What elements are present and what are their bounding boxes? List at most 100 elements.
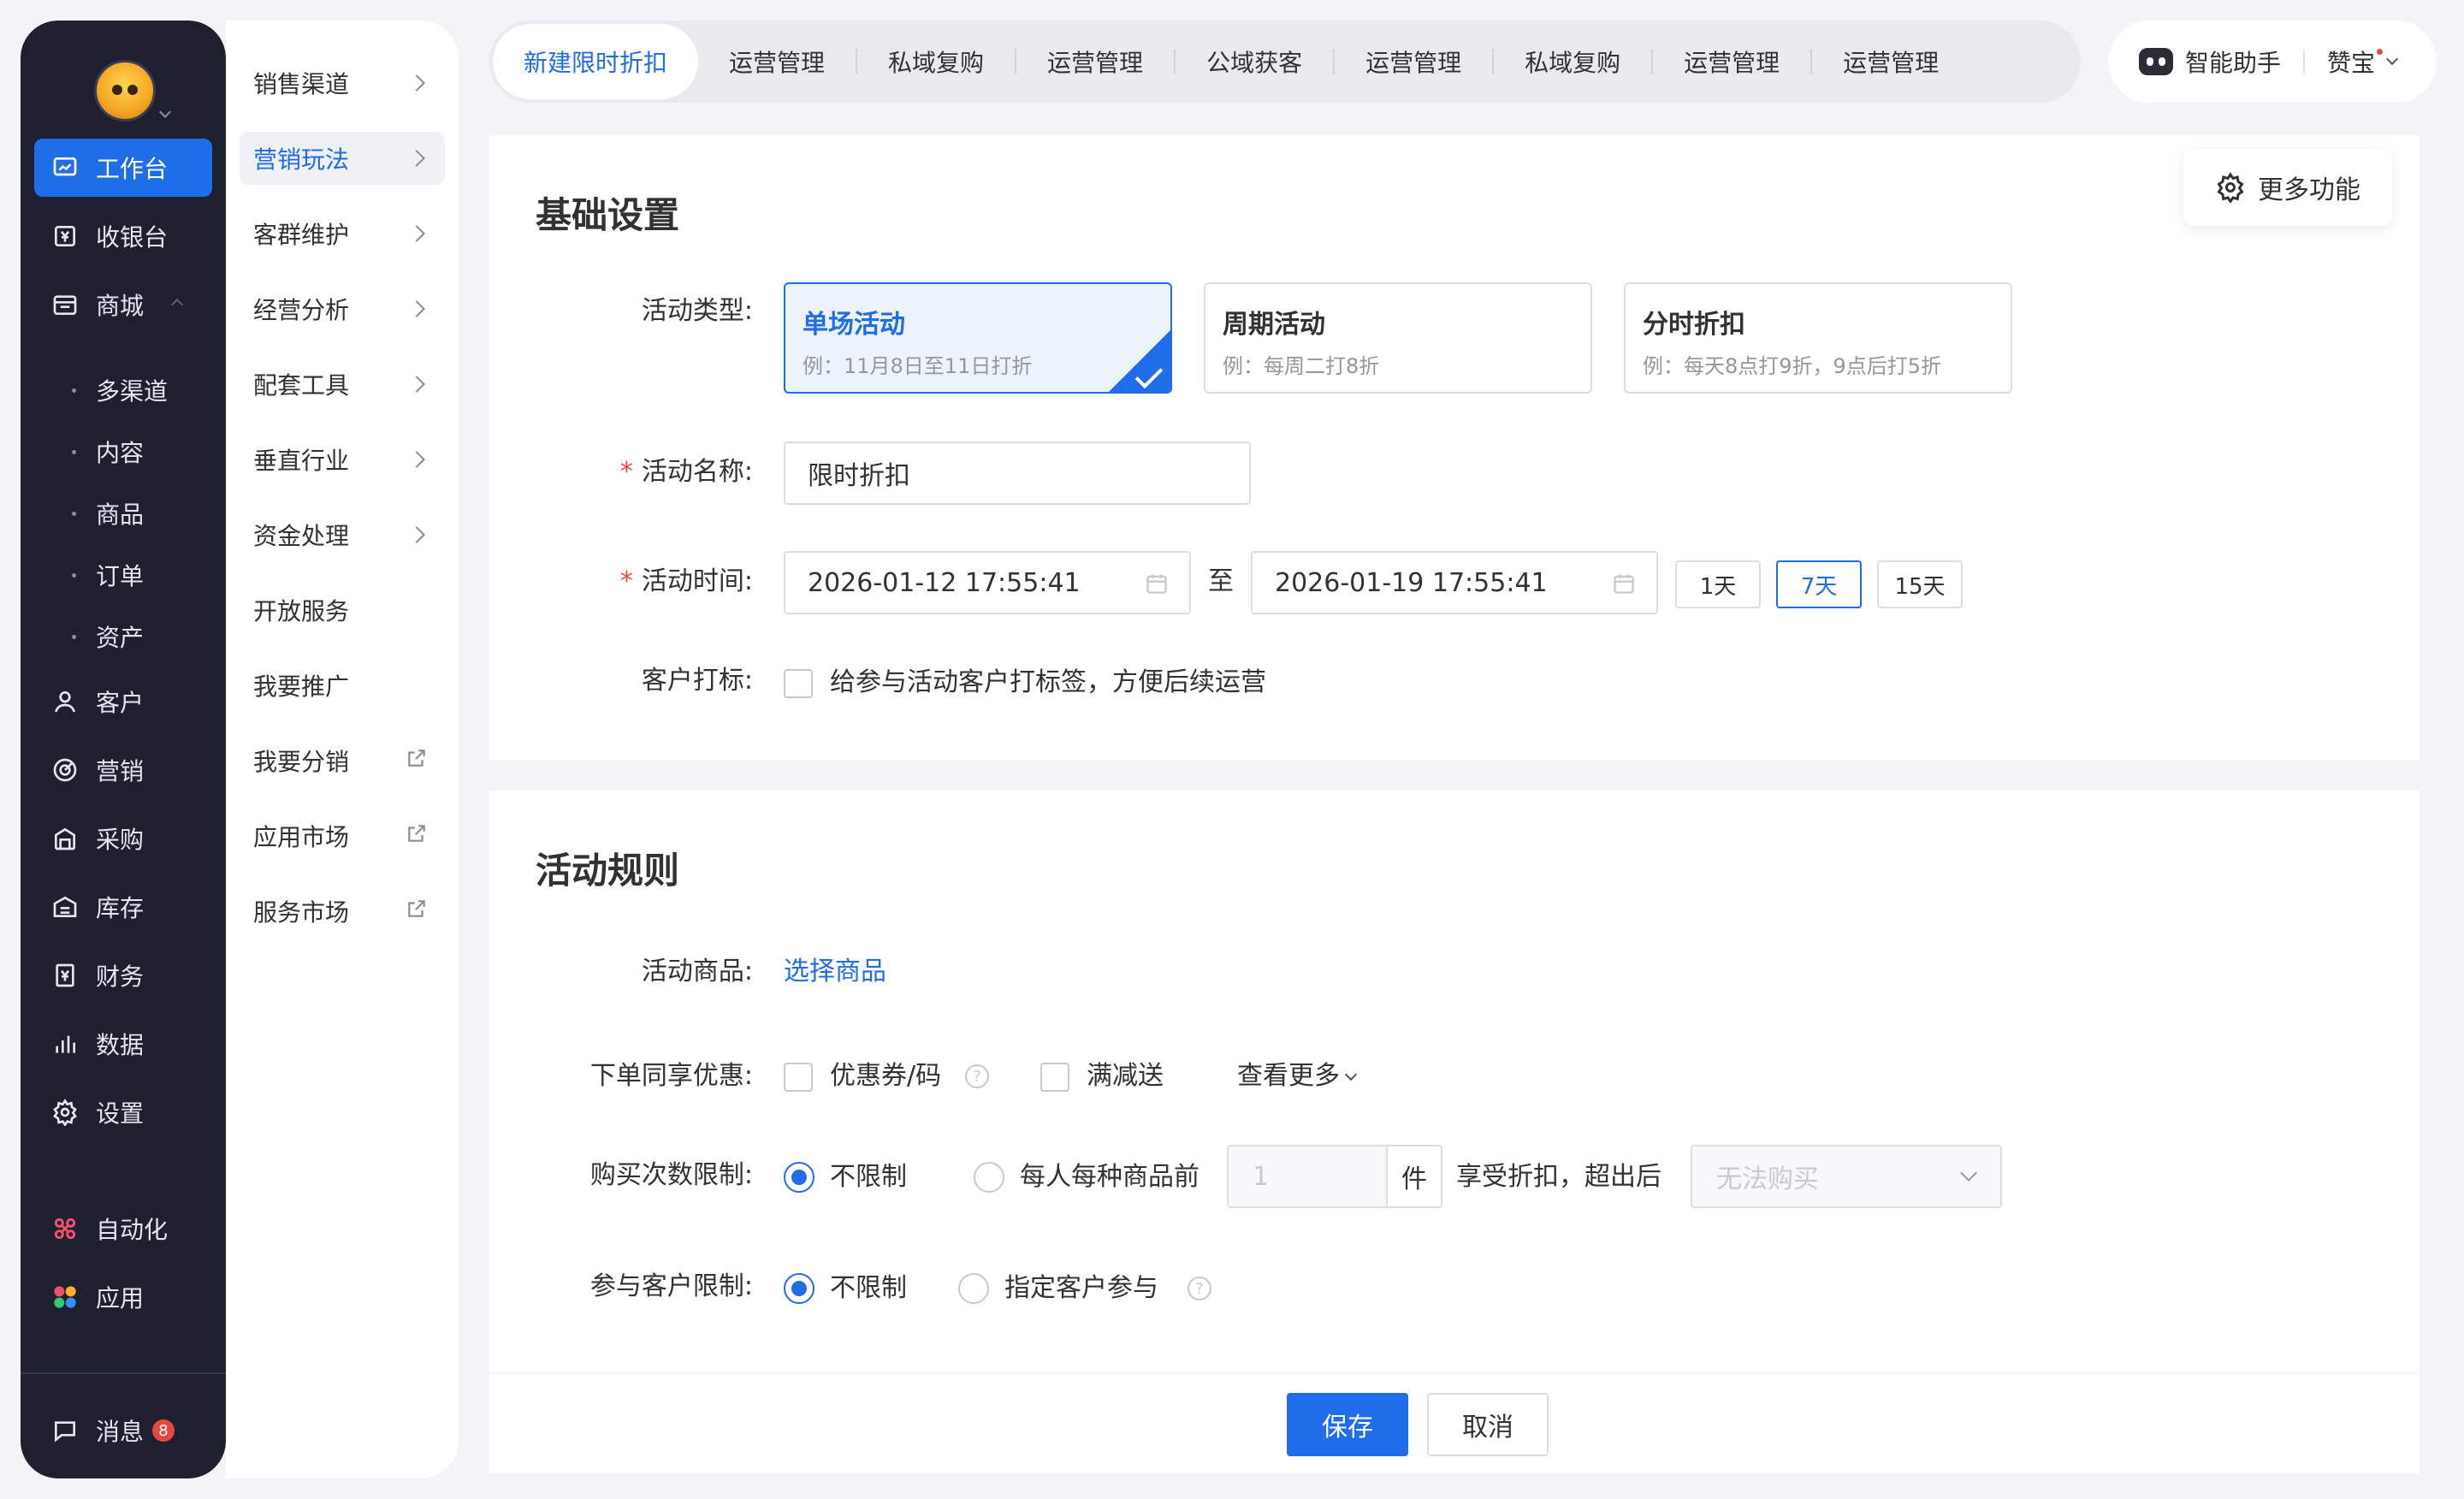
snav-item-customer-group[interactable]: 客群维护 bbox=[240, 207, 445, 260]
robot-icon bbox=[2139, 48, 2173, 75]
full-reduce-label: 满减送 bbox=[1087, 1061, 1164, 1091]
quick-7-day-button[interactable]: 7天 bbox=[1776, 560, 1862, 608]
tab-operations[interactable]: 运营管理 bbox=[698, 24, 856, 99]
type-card-timeslot[interactable]: 分时折扣 例：每天8点打9折，9点后打5折 bbox=[1624, 282, 2012, 394]
tab-operations[interactable]: 运营管理 bbox=[1653, 24, 1810, 99]
nav-item-automation[interactable]: 自动化 bbox=[34, 1200, 212, 1258]
tab-operations[interactable]: 运营管理 bbox=[1335, 24, 1492, 99]
snav-item-service-market[interactable]: 服务市场 bbox=[240, 885, 445, 938]
chevron-up-icon bbox=[170, 298, 184, 311]
nav-item-apps[interactable]: 应用 bbox=[34, 1268, 212, 1326]
nav-item-store[interactable]: 商城 bbox=[34, 276, 212, 334]
nav-item-settings[interactable]: 设置 bbox=[34, 1083, 212, 1141]
nav-sub-content[interactable]: 内容 bbox=[72, 428, 144, 476]
activity-time-label: * 活动时间: bbox=[619, 566, 753, 596]
purchase-icon bbox=[51, 825, 79, 852]
nav-label: 自动化 bbox=[96, 1216, 169, 1244]
exceed-action-select[interactable]: 无法购买 bbox=[1691, 1145, 2002, 1208]
snav-item-promote[interactable]: 我要推广 bbox=[240, 659, 445, 712]
limit-unlimited-radio[interactable] bbox=[784, 1162, 814, 1193]
start-time-input[interactable]: 2026-01-12 17:55:41 bbox=[784, 551, 1191, 614]
assistant-button[interactable]: 智能助手 bbox=[2185, 44, 2281, 79]
quick-15-day-button[interactable]: 15天 bbox=[1877, 560, 1963, 608]
tab-private-repurchase[interactable]: 私域复购 bbox=[1494, 24, 1651, 99]
apps-icon bbox=[51, 1283, 79, 1311]
limit-per-person-radio[interactable] bbox=[974, 1162, 1004, 1193]
help-icon[interactable]: ? bbox=[965, 1064, 989, 1088]
nav-label: 应用 bbox=[96, 1284, 145, 1312]
activity-goods-label: 活动商品: bbox=[641, 957, 753, 986]
type-card-periodic[interactable]: 周期活动 例：每周二打8折 bbox=[1204, 282, 1592, 394]
tab-operations[interactable]: 运营管理 bbox=[1812, 24, 1969, 99]
activity-rules-card bbox=[489, 791, 2420, 1372]
end-time-input[interactable]: 2026-01-19 17:55:41 bbox=[1251, 551, 1658, 614]
tab-public-acquisition[interactable]: 公域获客 bbox=[1176, 24, 1333, 99]
nav-item-workbench[interactable]: 工作台 bbox=[34, 139, 212, 197]
avatar[interactable] bbox=[94, 60, 156, 121]
nav-label: 客户 bbox=[96, 689, 145, 717]
section-title-basic: 基础设置 bbox=[536, 194, 680, 236]
nav-item-finance[interactable]: 财务 bbox=[34, 946, 212, 1004]
customer-unlimited-radio[interactable] bbox=[784, 1273, 814, 1304]
full-reduce-checkbox[interactable] bbox=[1040, 1063, 1069, 1092]
nav-item-purchase[interactable]: 采购 bbox=[34, 809, 212, 868]
chevron-right-icon bbox=[408, 150, 425, 167]
assistant-bar: 智能助手 赞宝 bbox=[2108, 21, 2437, 103]
nav-sub-orders[interactable]: 订单 bbox=[72, 551, 144, 599]
chevron-down-icon bbox=[1960, 1164, 1977, 1182]
nav-item-data[interactable]: 数据 bbox=[34, 1015, 212, 1073]
type-card-single[interactable]: 单场活动 例：11月8日至11日打折 bbox=[784, 282, 1172, 394]
nav-label: 营销 bbox=[96, 757, 145, 785]
save-button[interactable]: 保存 bbox=[1287, 1393, 1408, 1456]
snav-item-funds[interactable]: 资金处理 bbox=[240, 508, 445, 561]
user-menu[interactable]: 赞宝 bbox=[2327, 44, 2375, 79]
specified-customer-radio[interactable] bbox=[958, 1273, 989, 1304]
customer-tag-label: 客户打标: bbox=[641, 666, 753, 696]
snav-item-app-market[interactable]: 应用市场 bbox=[240, 809, 445, 862]
basic-settings-card bbox=[489, 135, 2420, 760]
snav-item-open-service[interactable]: 开放服务 bbox=[240, 584, 445, 637]
cancel-button[interactable]: 取消 bbox=[1427, 1393, 1549, 1456]
coupon-checkbox[interactable] bbox=[784, 1063, 813, 1092]
nav-label: 数据 bbox=[96, 1031, 145, 1059]
nav-item-marketing[interactable]: 营销 bbox=[34, 741, 212, 799]
more-functions-button[interactable]: 更多功能 bbox=[2183, 149, 2392, 226]
nav-label: 设置 bbox=[96, 1099, 145, 1128]
chevron-right-icon bbox=[408, 225, 425, 242]
help-icon[interactable]: ? bbox=[1188, 1277, 1211, 1301]
quick-1-day-button[interactable]: 1天 bbox=[1675, 560, 1761, 608]
user-avatar-menu[interactable] bbox=[94, 60, 176, 137]
tab-operations[interactable]: 运营管理 bbox=[1016, 24, 1174, 99]
customer-tag-checkbox[interactable] bbox=[784, 669, 813, 698]
external-link-icon bbox=[406, 898, 428, 926]
customer-limit-label: 参与客户限制: bbox=[589, 1271, 753, 1301]
external-link-icon bbox=[406, 822, 428, 850]
nav-item-messages[interactable]: 消息 8 bbox=[34, 1401, 212, 1460]
snav-item-vertical[interactable]: 垂直行业 bbox=[240, 433, 445, 486]
select-goods-link[interactable]: 选择商品 bbox=[784, 946, 886, 998]
quantity-input[interactable]: 1 bbox=[1229, 1146, 1386, 1206]
nav-item-cashier[interactable]: 收银台 bbox=[34, 207, 212, 265]
tab-bar: 新建限时折扣 运营管理 私域复购 运营管理 公域获客 运营管理 私域复购 运营管… bbox=[489, 21, 2081, 103]
purchase-limit-label: 购买次数限制: bbox=[589, 1160, 753, 1190]
quantity-stepper[interactable]: 1 件 bbox=[1227, 1145, 1442, 1208]
nav-sub-assets[interactable]: 资产 bbox=[72, 613, 144, 661]
nav-label: 库存 bbox=[96, 894, 145, 922]
snav-item-tools[interactable]: 配套工具 bbox=[240, 358, 445, 411]
coupon-label: 优惠券/码 bbox=[830, 1061, 942, 1091]
snav-item-sales-channel[interactable]: 销售渠道 bbox=[240, 56, 445, 110]
tab-new-flash-discount[interactable]: 新建限时折扣 bbox=[493, 24, 699, 99]
activity-name-label: * 活动名称: bbox=[619, 457, 753, 487]
snav-item-marketing-play[interactable]: 营销玩法 bbox=[240, 132, 445, 185]
nav-sub-multichannel[interactable]: 多渠道 bbox=[72, 366, 168, 414]
snav-item-distribution[interactable]: 我要分销 bbox=[240, 734, 445, 787]
activity-name-input[interactable]: 限时折扣 bbox=[784, 441, 1251, 505]
snav-item-analysis[interactable]: 经营分析 bbox=[240, 282, 445, 335]
tab-private-repurchase[interactable]: 私域复购 bbox=[857, 24, 1015, 99]
external-link-icon bbox=[406, 747, 428, 775]
customer-unlimited-label: 不限制 bbox=[830, 1273, 907, 1303]
nav-item-inventory[interactable]: 库存 bbox=[34, 878, 212, 936]
see-more-toggle[interactable]: 查看更多 bbox=[1237, 1051, 1358, 1102]
nav-sub-goods[interactable]: 商品 bbox=[72, 489, 144, 537]
nav-item-customer[interactable]: 客户 bbox=[34, 672, 212, 731]
